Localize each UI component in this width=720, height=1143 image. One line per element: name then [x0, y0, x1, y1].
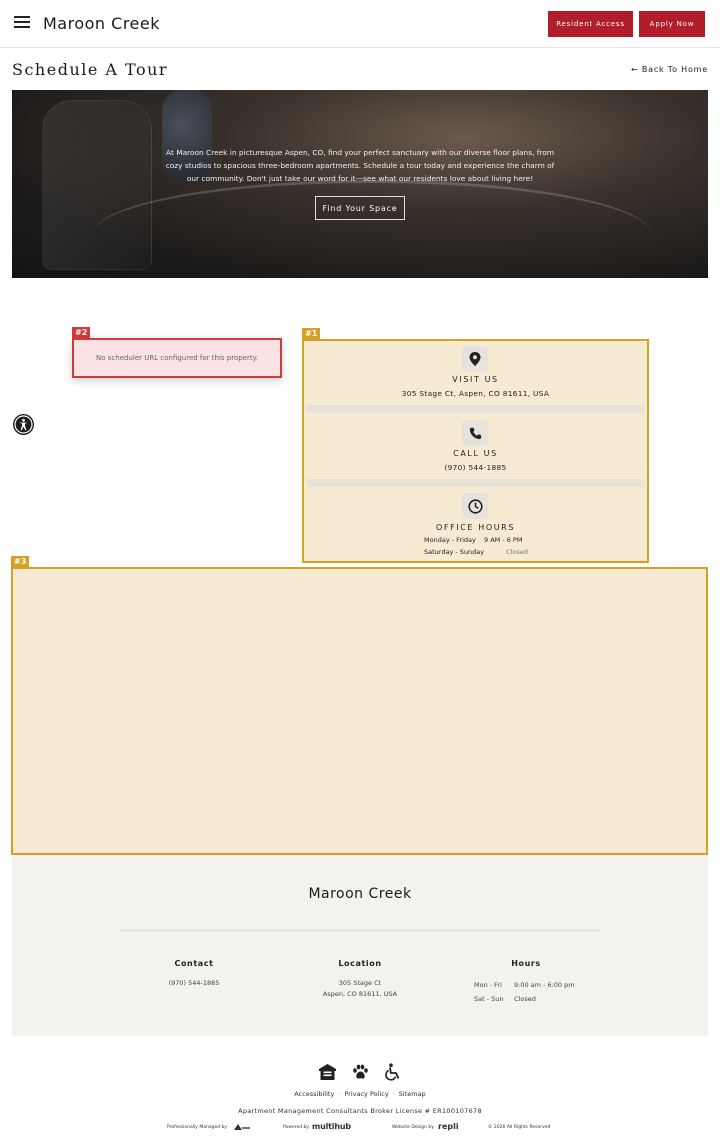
footer-contact-heading: Contact: [174, 959, 214, 968]
footer-contact-column: Contact (970) 544-1885: [144, 959, 244, 989]
broker-license: Apartment Management Consultants Broker …: [238, 1107, 482, 1115]
clock-icon: [462, 493, 488, 519]
footer-brand: Maroon Creek: [308, 886, 412, 902]
site-brand[interactable]: Maroon Creek: [43, 14, 160, 33]
contact-info-card: VISIT US 305 Stage Ct, Aspen, CO 81611, …: [302, 339, 649, 563]
hamburger-menu-icon[interactable]: [14, 16, 30, 30]
sitemap-link[interactable]: Sitemap: [399, 1090, 426, 1098]
repli-logo[interactable]: repli: [438, 1122, 459, 1131]
multihub-logo[interactable]: multihub: [312, 1122, 351, 1131]
footer-hours-heading: Hours: [511, 959, 541, 968]
visit-us-address[interactable]: 305 Stage Ct, Aspen, CO 81611, USA: [304, 389, 647, 398]
office-hours-weekday-days: Monday - Friday: [424, 536, 476, 544]
footer-location-line1[interactable]: 305 Stage Ct: [310, 978, 410, 989]
footer-hours-time: 9:00 am - 6:00 pm: [514, 981, 575, 989]
footer-hours-column: Hours Mon - Fri 9:00 am - 6:00 pm Sat - S…: [474, 959, 578, 1006]
copyright-text: © 2026 All Rights Reserved: [488, 1125, 551, 1130]
page-title: Schedule A Tour: [12, 60, 169, 79]
footer-location-column: Location 305 Stage Ct Aspen, CO 81611, U…: [310, 959, 410, 1000]
map-pin-icon: [462, 346, 488, 372]
footer-hours-time: Closed: [514, 995, 536, 1003]
site-footer: Maroon Creek Contact (970) 544-1885 Loca…: [12, 855, 708, 1036]
paw-icon: [353, 1064, 368, 1079]
footer-hours-row: Sat - Sun Closed: [474, 992, 578, 1006]
resident-access-button[interactable]: Resident Access: [548, 11, 633, 37]
amc-logo-icon[interactable]: [233, 1123, 251, 1131]
hero-description: At Maroon Creek in picturesque Aspen, CO…: [165, 148, 555, 183]
card-divider: [306, 479, 645, 487]
office-hours-weekend-time: Closed: [506, 548, 528, 556]
compliance-icons: [318, 1063, 404, 1081]
office-hours-weekend-days: Saturday - Sunday: [424, 548, 485, 556]
footer-hours-days: Mon - Fri: [474, 981, 502, 989]
footer-contact-phone[interactable]: (970) 544-1885: [144, 978, 244, 989]
link-separator: ·: [338, 1090, 341, 1098]
credits-row: Professionally Managed by Powered by mul…: [0, 1122, 720, 1132]
wheelchair-icon: [385, 1063, 400, 1081]
call-us-label: CALL US: [453, 449, 498, 458]
accessibility-link[interactable]: Accessibility: [294, 1090, 334, 1098]
site-header: Maroon Creek Resident Access Apply Now: [0, 0, 720, 48]
apply-now-button[interactable]: Apply Now: [639, 11, 705, 37]
footer-location-heading: Location: [338, 959, 382, 968]
back-to-home-link[interactable]: ← Back To Home: [631, 65, 708, 74]
accessibility-icon[interactable]: [13, 414, 34, 435]
design-by-text: Website Design by: [392, 1125, 434, 1130]
footer-location-line2[interactable]: Aspen, CO 81611, USA: [310, 989, 410, 1000]
office-hours-label: OFFICE HOURS: [435, 523, 516, 532]
powered-by-text: Powered by: [283, 1125, 310, 1130]
footer-hours-days: Sat - Sun: [474, 995, 504, 1003]
footer-links: Accessibility · Privacy Policy · Sitemap: [0, 1090, 720, 1098]
link-separator: ·: [392, 1090, 395, 1098]
call-us-phone[interactable]: (970) 544-1885: [304, 463, 647, 472]
managed-by-text: Professionally Managed by: [167, 1125, 228, 1130]
scheduler-error-message: No scheduler URL configured for this pro…: [96, 354, 258, 362]
scheduler-error-box: No scheduler URL configured for this pro…: [72, 338, 282, 378]
phone-icon: [462, 420, 488, 446]
office-hours-weekday-time: 9 AM - 6 PM: [484, 536, 523, 544]
privacy-policy-link[interactable]: Privacy Policy: [344, 1090, 388, 1098]
map-embed-area[interactable]: [11, 567, 708, 855]
card-divider: [306, 405, 645, 413]
equal-housing-icon: [319, 1064, 336, 1080]
find-your-space-button[interactable]: Find Your Space: [315, 196, 405, 220]
footer-hours-row: Mon - Fri 9:00 am - 6:00 pm: [474, 978, 578, 992]
footer-divider: [120, 930, 600, 931]
hero-banner: At Maroon Creek in picturesque Aspen, CO…: [12, 90, 708, 278]
visit-us-label: VISIT US: [452, 375, 499, 384]
hero-sink-edge: [92, 180, 652, 278]
